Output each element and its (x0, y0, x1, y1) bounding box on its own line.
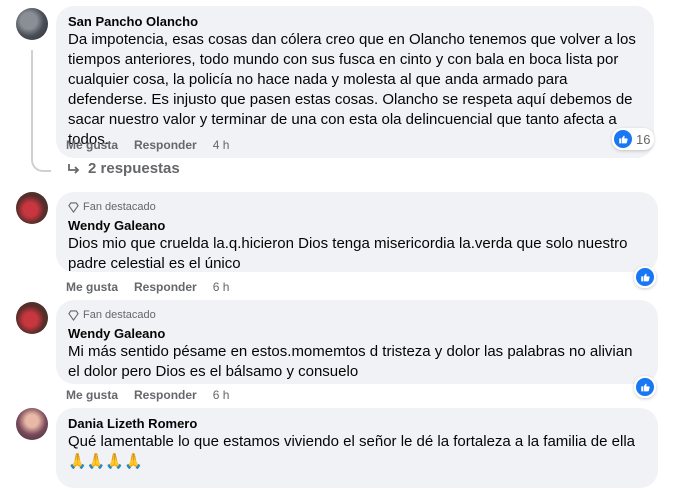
reply-button[interactable]: Responder (134, 138, 197, 152)
comment-author[interactable]: Wendy Galeano (68, 218, 646, 234)
reaction-count: 16 (636, 131, 651, 147)
comment-author[interactable]: Wendy Galeano (68, 326, 646, 342)
reaction-summary[interactable] (634, 266, 656, 288)
comment-text: Da impotencia, esas cosas dan cólera cre… (68, 31, 636, 148)
comment-actions: Me gusta Responder 6 h (66, 280, 229, 294)
comment-text: Dios mio que cruelda la.q.hicieron Dios … (68, 235, 628, 272)
avatar[interactable] (16, 302, 48, 334)
comment-text: Mi más sentido pésame en estos.momemtos … (68, 343, 633, 380)
comment-bubble: Dania Lizeth Romero Qué lamentable lo qu… (56, 408, 658, 488)
emoji-row: 🙏🙏🙏🙏 (68, 453, 143, 470)
timestamp[interactable]: 6 h (213, 280, 230, 294)
reply-button[interactable]: Responder (134, 388, 197, 402)
comment-actions: Me gusta Responder 4 h (66, 138, 229, 152)
view-replies-button[interactable]: 2 respuestas (66, 160, 180, 177)
thread-line (31, 50, 51, 172)
comment-text: Qué lamentable lo que estamos viviendo e… (68, 433, 635, 450)
reaction-summary[interactable] (634, 376, 656, 398)
fan-badge: Fan destacado (68, 308, 646, 322)
comment-bubble: Fan destacado Wendy Galeano Dios mio que… (56, 192, 658, 272)
like-button[interactable]: Me gusta (66, 280, 118, 294)
comment-actions: Me gusta Responder 6 h (66, 388, 229, 402)
fan-badge: Fan destacado (68, 200, 646, 214)
timestamp[interactable]: 4 h (213, 138, 230, 152)
avatar[interactable] (16, 408, 48, 440)
comment-author[interactable]: San Pancho Olancho (68, 14, 642, 30)
diamond-icon (68, 309, 79, 321)
like-button[interactable]: Me gusta (66, 138, 118, 152)
like-button[interactable]: Me gusta (66, 388, 118, 402)
avatar[interactable] (16, 8, 48, 40)
avatar[interactable] (16, 192, 48, 224)
like-reaction-icon (636, 378, 654, 396)
timestamp[interactable]: 6 h (213, 388, 230, 402)
comment-bubble: San Pancho Olancho Da impotencia, esas c… (56, 6, 654, 158)
like-reaction-icon (614, 130, 632, 148)
diamond-icon (68, 201, 79, 213)
like-reaction-icon (636, 268, 654, 286)
reply-arrow-icon (68, 163, 80, 174)
reaction-summary[interactable]: 16 (612, 128, 655, 150)
reply-button[interactable]: Responder (134, 280, 197, 294)
replies-label: 2 respuestas (88, 160, 180, 177)
comment-bubble: Fan destacado Wendy Galeano Mi más senti… (56, 300, 658, 384)
comment-author[interactable]: Dania Lizeth Romero (68, 416, 646, 432)
